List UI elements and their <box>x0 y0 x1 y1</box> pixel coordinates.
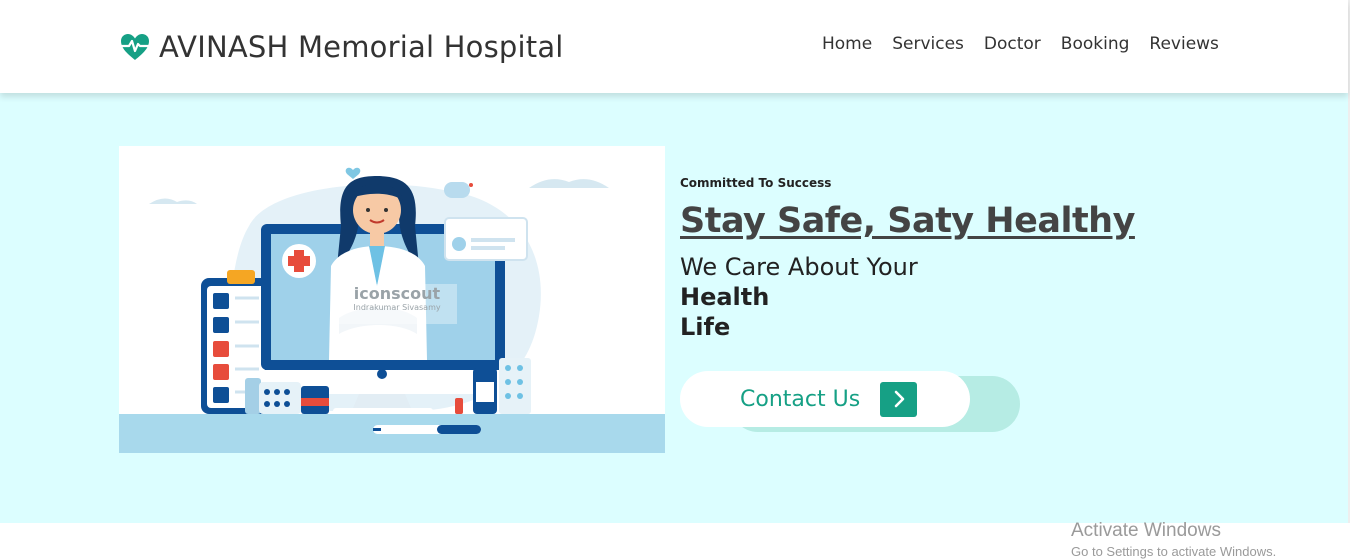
contact-button-wrap: Contact Us <box>680 371 1020 433</box>
heartbeat-icon <box>121 34 149 60</box>
watermark-line1: Activate Windows <box>1071 520 1221 541</box>
nav-doctor[interactable]: Doctor <box>984 34 1041 54</box>
nav-home[interactable]: Home <box>822 34 872 54</box>
activate-windows-watermark: Activate Windows Go to Settings to activ… <box>1071 520 1276 559</box>
contact-us-label: Contact Us <box>740 386 861 412</box>
hero-illustration: iconscout Indrakumar Sivasamy <box>119 146 665 453</box>
logo[interactable]: AVINASH Memorial Hospital <box>119 26 564 68</box>
main-nav: Home Services Doctor Booking Reviews <box>822 34 1239 54</box>
contact-us-button[interactable]: Contact Us <box>680 371 970 427</box>
stock-watermark: iconscout Indrakumar Sivasamy <box>337 284 457 324</box>
nav-booking[interactable]: Booking <box>1061 34 1130 54</box>
logo-text: AVINASH Memorial Hospital <box>159 30 564 64</box>
hero-description: We Care About Your Health Life <box>680 252 1240 342</box>
stock-watermark-author: Indrakumar Sivasamy <box>353 303 441 312</box>
chevron-right-icon <box>880 381 918 417</box>
nav-reviews[interactable]: Reviews <box>1149 34 1219 54</box>
hero-content: Committed To Success Stay Safe, Saty Hea… <box>680 176 1240 342</box>
hero-desc-line3: Life <box>680 313 731 341</box>
watermark-line2: Go to Settings to activate Windows. <box>1071 544 1277 559</box>
site-header: AVINASH Memorial Hospital Home Services … <box>0 0 1348 93</box>
hero-title: Stay Safe, Saty Healthy <box>680 201 1135 241</box>
hero-desc-line2: Health <box>680 283 770 311</box>
hero-desc-line1: We Care About Your <box>680 253 918 281</box>
hero-subtitle: Committed To Success <box>680 176 832 190</box>
nav-services[interactable]: Services <box>892 34 964 54</box>
stock-watermark-brand: iconscout <box>353 284 441 303</box>
